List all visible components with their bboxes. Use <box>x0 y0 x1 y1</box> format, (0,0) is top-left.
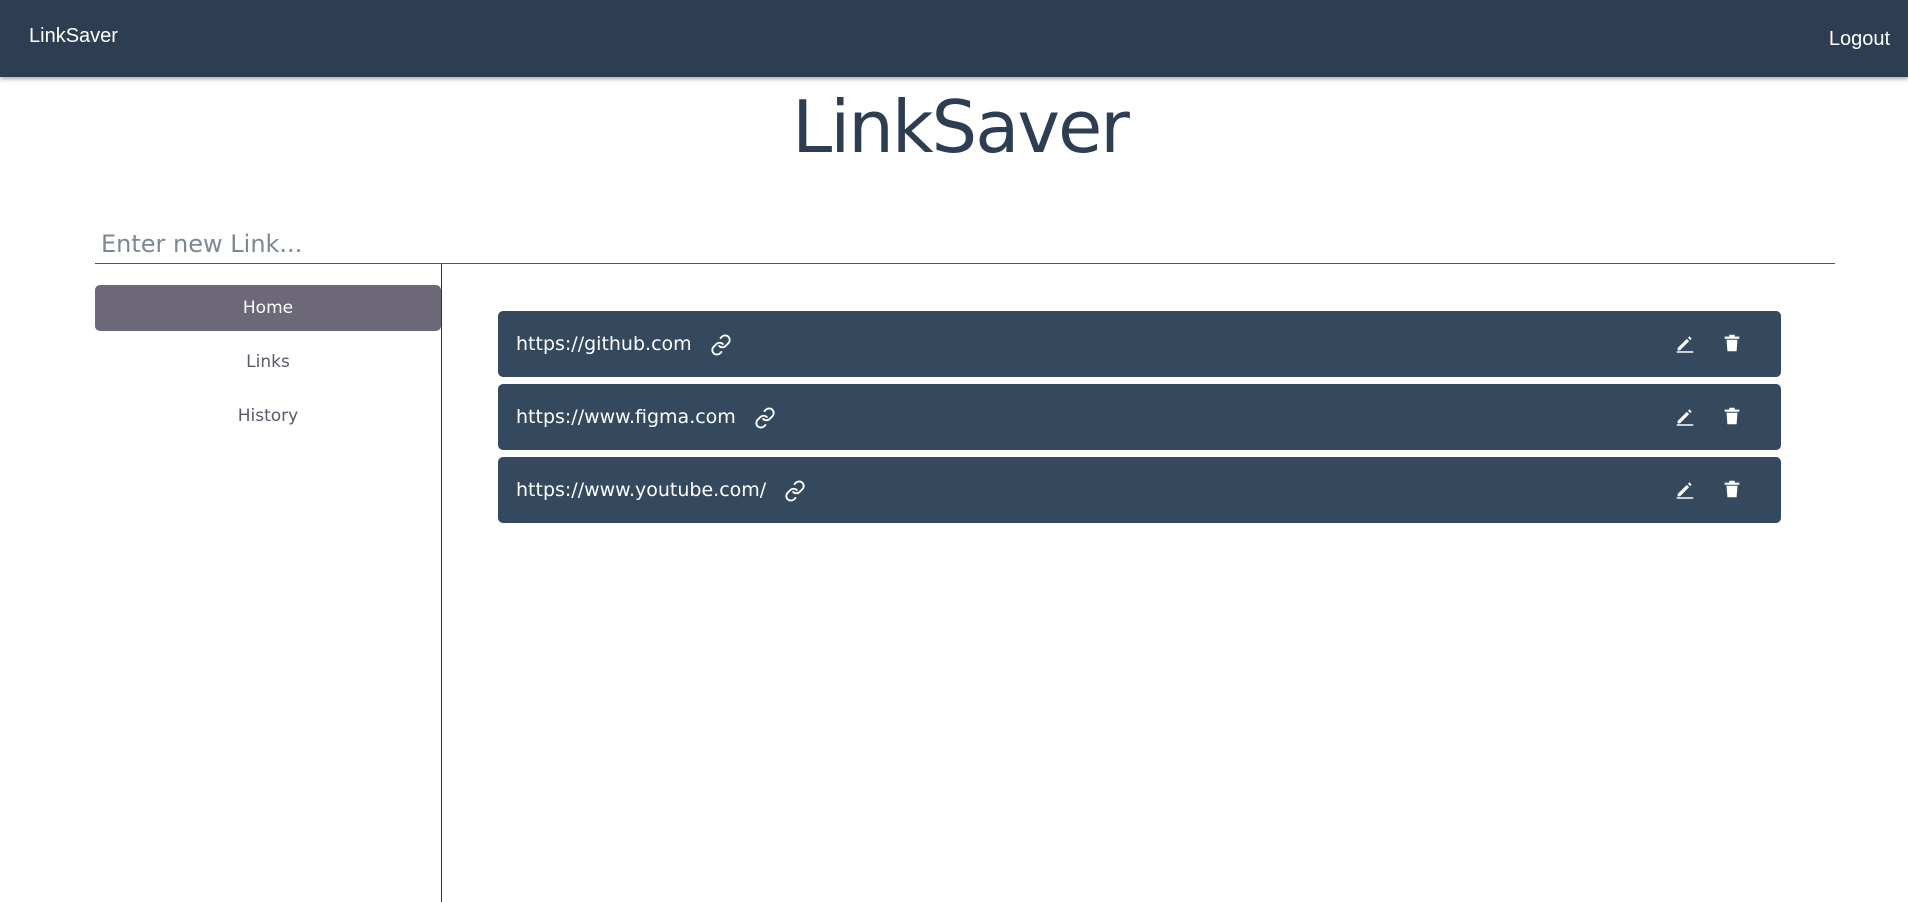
link-url-row: https://github.com <box>516 311 732 377</box>
link-url[interactable]: https://www.youtube.com/ <box>516 479 766 501</box>
link-card: https://www.figma.com <box>498 384 1781 450</box>
chain-link-icon[interactable] <box>784 479 806 502</box>
sidebar: Home Links History <box>95 285 441 447</box>
top-navbar: LinkSaver Logout <box>0 0 1908 77</box>
link-actions <box>1674 405 1763 429</box>
link-url-row: https://www.youtube.com/ <box>516 457 806 523</box>
link-card: https://github.com <box>498 311 1781 377</box>
sidebar-item-history[interactable]: History <box>95 393 441 439</box>
sidebar-divider <box>441 264 442 902</box>
page-title: LinkSaver <box>792 85 1130 169</box>
new-link-input[interactable] <box>95 224 1835 264</box>
link-url[interactable]: https://www.figma.com <box>516 406 736 428</box>
link-actions <box>1674 332 1763 356</box>
pencil-icon[interactable] <box>1674 478 1696 500</box>
links-list: https://github.com https://www.figma.com <box>498 311 1781 530</box>
trash-icon[interactable] <box>1721 478 1743 500</box>
trash-icon[interactable] <box>1721 332 1743 354</box>
link-url-row: https://www.figma.com <box>516 384 776 450</box>
pencil-icon[interactable] <box>1674 405 1696 427</box>
chain-link-icon[interactable] <box>754 406 776 429</box>
trash-icon[interactable] <box>1721 405 1743 427</box>
link-actions <box>1674 478 1763 502</box>
link-url[interactable]: https://github.com <box>516 333 692 355</box>
link-card: https://www.youtube.com/ <box>498 457 1781 523</box>
brand-link[interactable]: LinkSaver <box>29 24 118 48</box>
sidebar-item-home[interactable]: Home <box>95 285 441 331</box>
pencil-icon[interactable] <box>1674 332 1696 354</box>
chain-link-icon[interactable] <box>710 333 732 356</box>
logout-button[interactable]: Logout <box>1829 27 1890 51</box>
sidebar-item-links[interactable]: Links <box>95 339 441 385</box>
